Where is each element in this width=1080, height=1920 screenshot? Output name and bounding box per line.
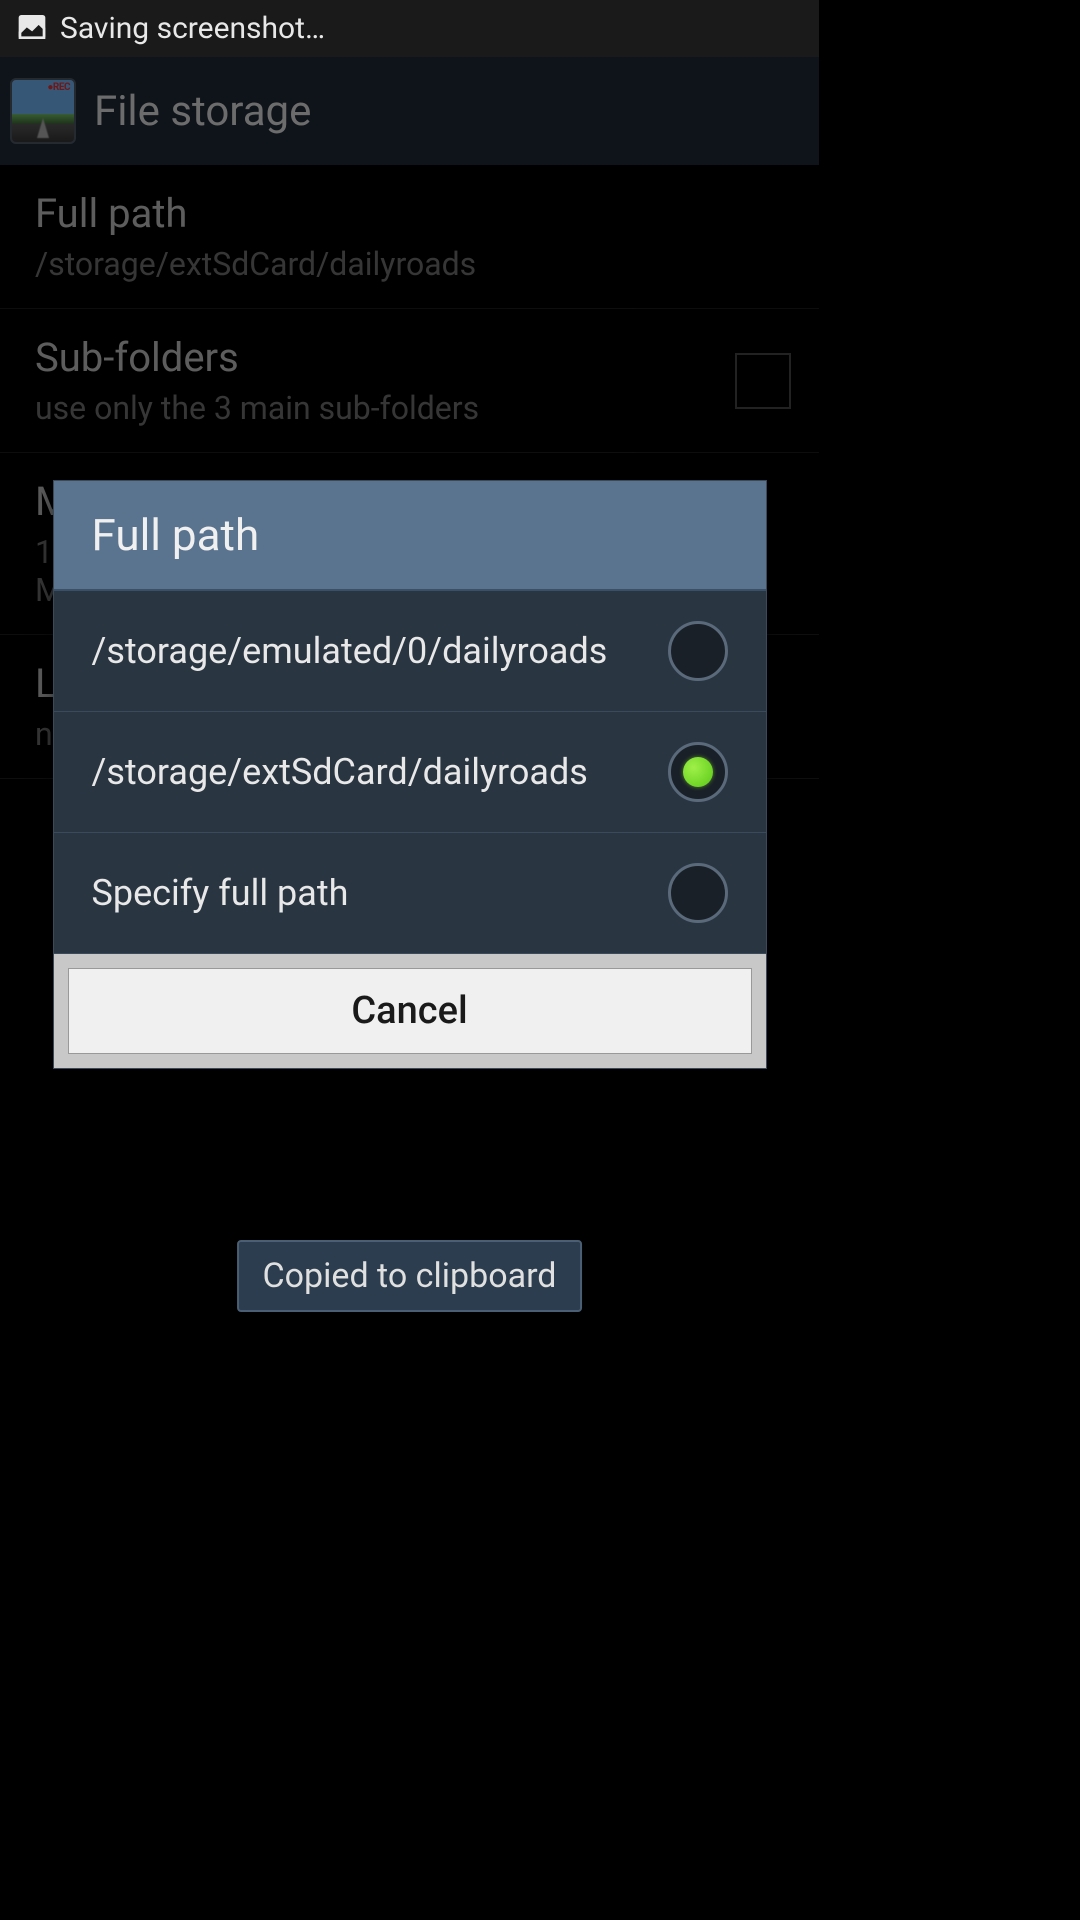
dialog-overlay: Full path /storage/emulated/0/dailyroads… — [0, 0, 819, 1456]
radio-button[interactable] — [668, 863, 728, 923]
option-label: /storage/extSdCard/dailyroads — [92, 751, 588, 793]
option-ext-sdcard[interactable]: /storage/extSdCard/dailyroads — [54, 712, 766, 833]
cancel-button[interactable]: Cancel — [68, 968, 752, 1054]
option-emulated-storage[interactable]: /storage/emulated/0/dailyroads — [54, 591, 766, 712]
full-path-dialog: Full path /storage/emulated/0/dailyroads… — [53, 480, 767, 1069]
option-specify-path[interactable]: Specify full path — [54, 833, 766, 954]
option-label: Specify full path — [92, 872, 349, 914]
option-label: /storage/emulated/0/dailyroads — [92, 630, 608, 672]
toast-text: Copied to clipboard — [263, 1256, 557, 1296]
radio-button-checked[interactable] — [668, 742, 728, 802]
dialog-header: Full path — [54, 481, 766, 591]
dialog-footer: Cancel — [54, 954, 766, 1068]
toast-notification: Copied to clipboard — [237, 1240, 583, 1312]
radio-button[interactable] — [668, 621, 728, 681]
dialog-title: Full path — [92, 509, 728, 561]
